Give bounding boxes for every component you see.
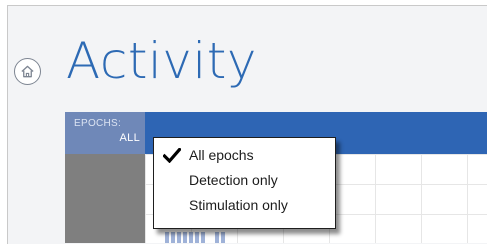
menu-item-label: Stimulation only <box>189 197 288 213</box>
activity-bar <box>177 232 181 243</box>
activity-bar <box>183 232 187 243</box>
bar-gap <box>207 232 213 243</box>
side-panel <box>65 154 145 243</box>
menu-item-all-epochs[interactable]: All epochs <box>154 143 335 168</box>
activity-bar <box>201 232 205 243</box>
activity-bar <box>171 232 175 243</box>
activity-bar <box>195 232 199 243</box>
home-button[interactable] <box>14 58 41 85</box>
page-title: Activity <box>66 32 257 90</box>
activity-bar <box>165 232 169 243</box>
epochs-selector[interactable]: EPOCHS: ALL <box>65 112 145 154</box>
activity-bar <box>215 232 219 243</box>
menu-item-label: Detection only <box>189 172 278 188</box>
epochs-dropdown-menu: All epochs Detection only Stimulation on… <box>153 137 336 229</box>
home-icon <box>21 65 34 78</box>
checkmark-icon <box>163 148 181 163</box>
menu-item-label: All epochs <box>189 147 254 163</box>
activity-bar <box>221 232 225 243</box>
epochs-label: EPOCHS: <box>74 118 122 129</box>
epochs-value: ALL <box>119 132 140 144</box>
activity-bar <box>189 232 193 243</box>
activity-bars <box>165 232 225 243</box>
menu-item-detection-only[interactable]: Detection only <box>154 168 335 193</box>
menu-item-stimulation-only[interactable]: Stimulation only <box>154 193 335 218</box>
